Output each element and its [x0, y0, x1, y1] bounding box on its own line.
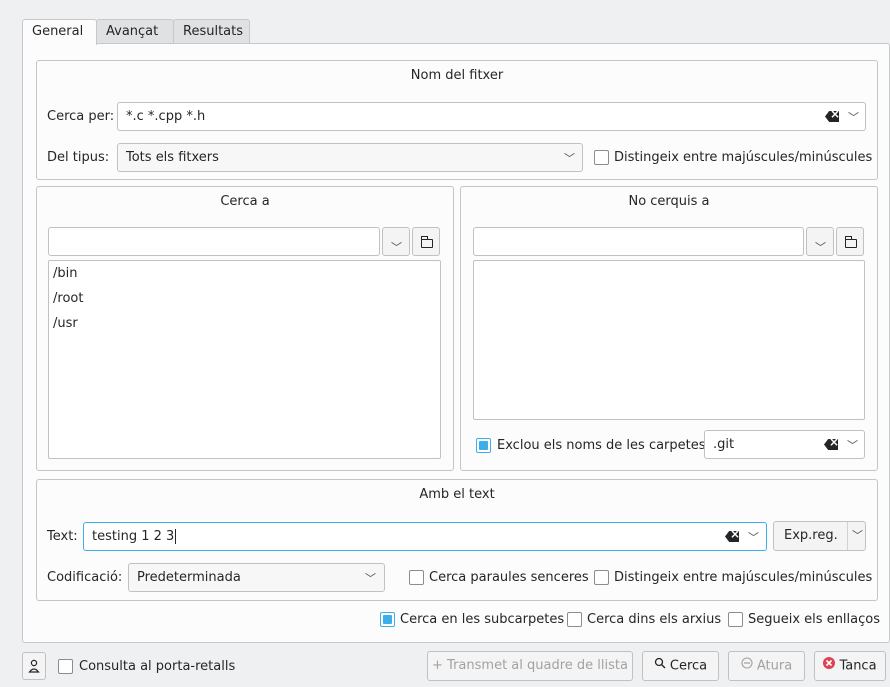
encoding-combo[interactable]: Predeterminada ﹀: [128, 563, 385, 592]
close-button[interactable]: Tanca: [814, 651, 886, 681]
close-icon: [823, 652, 836, 680]
dont-search-in-list[interactable]: [473, 260, 865, 420]
symlinks-checkbox[interactable]: [728, 612, 743, 627]
tab-label: Resultats: [183, 24, 244, 39]
chevron-down-icon[interactable]: ﹀: [847, 437, 858, 453]
chevron-down-icon[interactable]: ﹀: [748, 529, 759, 545]
search-by-input[interactable]: *.c *.cpp *.h ﹀: [117, 102, 866, 131]
search-by-value: *.c *.cpp *.h: [126, 109, 206, 124]
archives-label: Cerca dins els arxius: [587, 612, 722, 627]
dont-search-in-group: No cerquis a ﹀ Exclou els noms de les ca…: [460, 186, 878, 471]
chevron-down-icon: ﹀: [564, 152, 575, 165]
stop-button-label: Atura: [756, 658, 793, 674]
tab-pane-general: Nom del fitxer Cerca per: *.c *.cpp *.h …: [22, 43, 890, 643]
text-cursor: [175, 529, 177, 544]
exclude-folders-checkbox[interactable]: [476, 438, 491, 453]
group-title: No cerquis a: [628, 194, 710, 209]
search-in-dropdown-button[interactable]: ﹀: [382, 227, 410, 256]
list-item[interactable]: /usr: [53, 316, 78, 331]
tab-results[interactable]: Resultats: [173, 19, 250, 44]
encoding-label: Codificació:: [47, 570, 123, 585]
list-item[interactable]: /bin: [53, 266, 77, 281]
clipboard-checkbox[interactable]: [58, 659, 73, 674]
type-value: Tots els fitxers: [126, 150, 219, 165]
search-icon: [654, 652, 666, 680]
search-button-label: Cerca: [669, 658, 708, 674]
chevron-down-icon: ﹀: [365, 572, 376, 585]
exclude-folders-label: Exclou els noms de les carpetes: [497, 438, 706, 453]
subfolders-checkbox[interactable]: [380, 612, 395, 627]
chevron-down-icon: ﹀: [815, 241, 826, 254]
search-in-list[interactable]: /bin /root /usr: [48, 260, 441, 459]
dont-search-in-browse-button[interactable]: [836, 227, 864, 256]
list-item[interactable]: /root: [53, 291, 83, 306]
symlinks-label: Segueix els enllaços: [748, 612, 880, 627]
clear-icon[interactable]: [824, 439, 838, 450]
stop-button[interactable]: Atura: [728, 651, 805, 681]
exclude-folders-input[interactable]: .git ﹀: [704, 430, 865, 459]
search-in-group: Cerca a ﹀ /bin /root /usr: [36, 186, 454, 471]
type-combo[interactable]: Tots els fitxers ﹀: [117, 143, 583, 172]
group-title: Nom del fitxer: [410, 68, 504, 83]
archives-checkbox[interactable]: [567, 612, 582, 627]
whole-words-checkbox[interactable]: [409, 570, 424, 585]
text-input[interactable]: testing 1 2 3 ﹀: [83, 522, 767, 551]
clear-icon[interactable]: [825, 111, 839, 122]
separator: [847, 522, 848, 550]
dont-search-in-dropdown-button[interactable]: ﹀: [806, 227, 834, 256]
subfolders-label: Cerca en les subcarpetes: [400, 612, 565, 627]
feed-listbox-label: + Transmet al quadre de llista: [432, 658, 628, 673]
clear-icon[interactable]: [725, 531, 739, 542]
dont-search-in-input[interactable]: [473, 227, 804, 256]
filename-case-checkbox[interactable]: [594, 150, 609, 165]
search-in-input[interactable]: [48, 227, 380, 256]
tab-label: Avançat: [106, 24, 159, 39]
text-case-checkbox[interactable]: [594, 570, 609, 585]
clipboard-label: Consulta al porta-retalls: [79, 659, 236, 674]
user-icon: [28, 659, 40, 673]
search-in-browse-button[interactable]: [412, 227, 440, 256]
text-label: Text:: [47, 529, 78, 544]
filename-group: Nom del fitxer Cerca per: *.c *.cpp *.h …: [36, 60, 878, 180]
encoding-value: Predeterminada: [137, 570, 241, 585]
regex-button[interactable]: Exp.reg. ﹀: [773, 521, 866, 551]
chevron-down-icon[interactable]: ﹀: [852, 522, 863, 550]
filename-case-label: Distingeix entre majúscules/minúscules: [614, 150, 873, 165]
feed-listbox-button[interactable]: + Transmet al quadre de llista: [427, 651, 633, 681]
folder-icon: [420, 236, 433, 248]
search-by-label: Cerca per:: [47, 109, 115, 124]
chevron-down-icon: ﹀: [391, 241, 402, 254]
regex-label: Exp.reg.: [784, 528, 838, 543]
group-title: Cerca a: [220, 194, 270, 209]
user-button[interactable]: [22, 652, 46, 680]
type-label: Del tipus:: [47, 150, 110, 165]
text-case-label: Distingeix entre majúscules/minúscules: [614, 570, 873, 585]
text-group: Amb el text Text: testing 1 2 3 ﹀ Exp.re…: [36, 479, 878, 601]
chevron-down-icon[interactable]: ﹀: [848, 109, 859, 125]
search-button[interactable]: Cerca: [642, 651, 719, 681]
tab-advanced[interactable]: Avançat: [96, 19, 174, 44]
text-value: testing 1 2 3: [92, 529, 175, 544]
folder-icon: [844, 236, 857, 248]
tab-general[interactable]: General: [22, 19, 97, 45]
group-title: Amb el text: [419, 487, 495, 502]
whole-words-label: Cerca paraules senceres: [429, 570, 589, 585]
stop-icon: [741, 652, 753, 680]
exclude-folders-value: .git: [713, 437, 735, 452]
close-button-label: Tanca: [839, 658, 877, 674]
tab-label: General: [32, 24, 84, 39]
